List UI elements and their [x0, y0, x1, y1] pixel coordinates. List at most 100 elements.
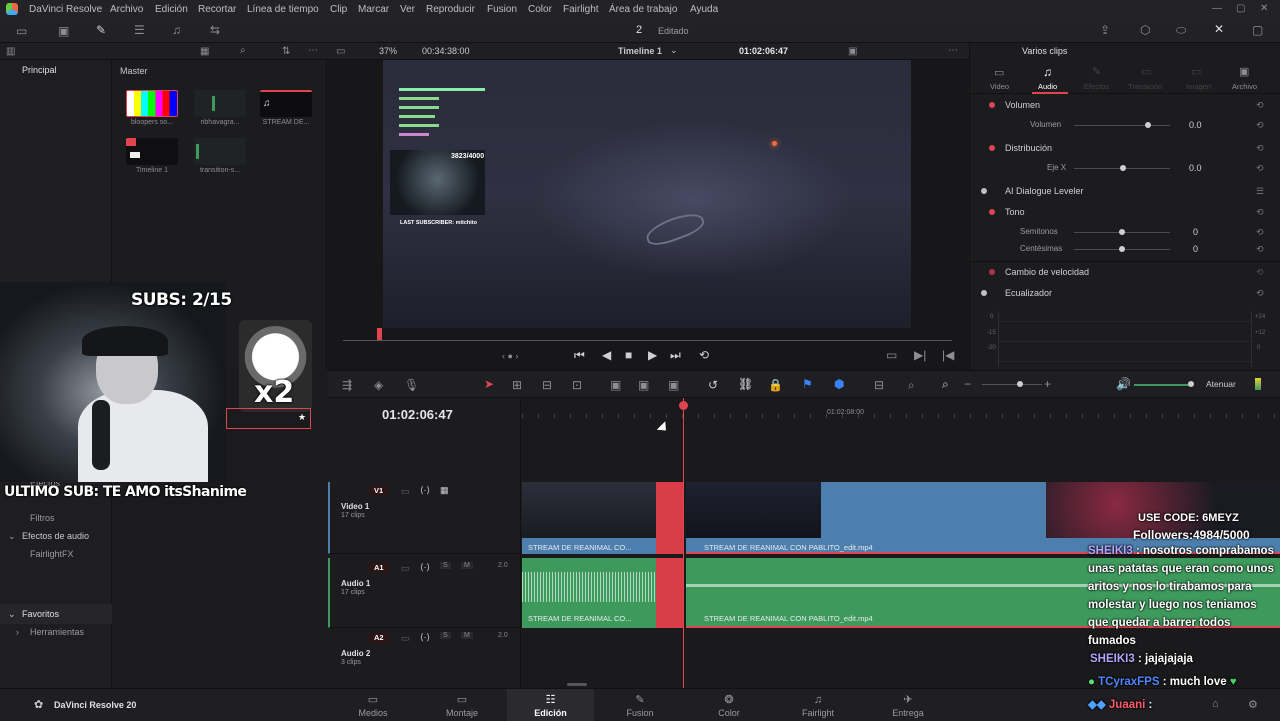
track-id-v1[interactable]: V1 [369, 485, 389, 496]
more-options-icon[interactable]: ⋯ [308, 45, 318, 57]
eq-graph[interactable] [998, 311, 1253, 367]
selection-tool-icon[interactable]: ➤ [484, 378, 494, 390]
more-options-icon[interactable]: ⋯ [948, 45, 958, 57]
track-name-a1[interactable]: Audio 1 [341, 579, 370, 588]
settings-icon[interactable]: ⚙ [1248, 698, 1258, 711]
track-id-a2[interactable]: A2 [369, 632, 389, 643]
volume-section[interactable]: Volumen [1005, 100, 1040, 110]
menu-fairlight[interactable]: Fairlight [563, 4, 599, 15]
next-edit-icon[interactable]: ▶| [914, 349, 926, 361]
zoom-level[interactable]: 37% [379, 46, 397, 56]
marker-icon[interactable]: ⬢ [834, 378, 844, 390]
mixer-icon[interactable]: ⇆ [210, 24, 220, 36]
tab-image[interactable]: Imagen [1186, 82, 1211, 91]
video-clip[interactable]: STREAM DE REANIMAL CO... [522, 482, 656, 554]
audio-effects-item[interactable]: Efectos de audio [22, 531, 89, 541]
page-medios[interactable]: ▭ Medios [333, 694, 413, 718]
auto-select-icon[interactable]: ⟨·⟩ [420, 631, 430, 643]
clip-thumb-transition[interactable] [194, 138, 246, 165]
lock-icon[interactable]: ▭ [401, 632, 410, 644]
transition-tab-icon[interactable]: ▭ [1141, 65, 1151, 78]
solo-button[interactable]: S [440, 632, 451, 639]
menu-archivo[interactable]: Archivo [110, 4, 143, 15]
tab-audio[interactable]: Audio [1038, 82, 1057, 91]
clip-thumb-timeline[interactable] [126, 138, 178, 165]
inspector-toggle-icon[interactable]: ⬭ [1176, 24, 1186, 36]
menu-ver[interactable]: Ver [400, 4, 415, 15]
enable-dot[interactable] [989, 269, 995, 275]
go-to-end-icon[interactable]: ⏭ [670, 349, 681, 361]
chevron-down-icon[interactable]: ⌄ [8, 609, 16, 620]
playhead-handle[interactable] [679, 401, 688, 410]
stop-icon[interactable]: ■ [625, 349, 632, 361]
export-icon[interactable]: ⬡ [1140, 24, 1150, 36]
menu-reproducir[interactable]: Reproducir [426, 4, 475, 15]
upload-icon[interactable]: ⇪ [1100, 24, 1110, 36]
snapping-icon[interactable]: ↺ [708, 379, 718, 391]
reset-icon[interactable]: ⟲ [1256, 227, 1264, 238]
track-display-icon[interactable]: ▦ [440, 484, 449, 496]
zoom-in-icon[interactable]: + [1044, 378, 1051, 390]
reset-icon[interactable]: ⟲ [1256, 288, 1264, 299]
layout-icon[interactable]: ▥ [6, 46, 15, 58]
clip-thumb-stream[interactable]: ♫ [260, 90, 312, 117]
menu-color[interactable]: Color [528, 4, 552, 15]
sort-icon[interactable]: ⇅ [282, 46, 290, 58]
reset-icon[interactable]: ⟲ [1256, 120, 1264, 131]
menu-fusion[interactable]: Fusion [487, 4, 517, 15]
zoom-custom-icon[interactable]: ⌕ [942, 378, 949, 390]
dialogue-leveler-section[interactable]: AI Dialogue Leveler [1005, 186, 1084, 196]
track-id-a1[interactable]: A1 [369, 562, 389, 573]
fairlightfx-item[interactable]: FairlightFX [30, 549, 74, 559]
audio-clip[interactable]: STREAM DE REANIMAL CO... [522, 558, 656, 628]
tab-effects[interactable]: Efectos [1084, 82, 1109, 91]
tab-video[interactable]: Video [990, 82, 1009, 91]
tab-file[interactable]: Archivo [1232, 82, 1257, 91]
menu-ayuda[interactable]: Ayuda [690, 4, 718, 15]
playhead[interactable] [683, 398, 684, 688]
cents-value[interactable]: 0 [1193, 244, 1198, 254]
timeline-name[interactable]: Timeline 1 [618, 46, 662, 56]
solo-button[interactable]: S [440, 562, 451, 569]
volume-knob[interactable] [1145, 122, 1151, 128]
selected-clip-marker[interactable] [656, 558, 684, 628]
close-icon[interactable]: ✕ [1260, 3, 1268, 15]
timeline-ruler[interactable] [522, 398, 1280, 418]
tools-icon[interactable]: ✕ [1214, 23, 1224, 35]
enable-dot[interactable] [989, 209, 995, 215]
tab-principal[interactable]: Principal [22, 65, 57, 75]
horizontal-scrollbar[interactable] [567, 683, 587, 686]
monitor-volume-slider[interactable] [1134, 384, 1192, 386]
metadata-icon[interactable]: ▢ [1252, 24, 1263, 36]
pan-section[interactable]: Distribución [1005, 143, 1052, 153]
pitch-section[interactable]: Tono [1005, 207, 1025, 217]
viewer-settings-icon[interactable]: ▣ [848, 46, 857, 58]
zoom-slider[interactable] [982, 384, 1042, 385]
zoom-full-icon[interactable]: ⊟ [874, 379, 884, 391]
replace-clip-icon[interactable]: ▣ [668, 379, 679, 391]
menu-recortar[interactable]: Recortar [198, 4, 236, 15]
timeline-view-icon[interactable]: ⇶ [342, 379, 352, 391]
mute-button[interactable]: M [461, 562, 473, 569]
track-name-v1[interactable]: Video 1 [341, 502, 369, 511]
reset-icon[interactable]: ⟲ [1256, 163, 1264, 174]
effects-library-icon[interactable]: ▣ [58, 25, 69, 37]
volume-slider[interactable] [1074, 125, 1170, 126]
menu-marcar[interactable]: Marcar [358, 4, 389, 15]
menu-clip[interactable]: Clip [330, 4, 347, 15]
home-icon[interactable]: ⌂ [1212, 698, 1219, 710]
speed-change-section[interactable]: Cambio de velocidad [1005, 267, 1089, 277]
reset-icon[interactable]: ⟲ [1256, 244, 1264, 255]
enable-dot[interactable] [989, 102, 995, 108]
scrubber-playhead[interactable] [377, 328, 382, 340]
trim-tool-icon[interactable]: ⊞ [512, 379, 522, 391]
video-frame[interactable]: 3823/4000 LAST SUBSCRIBER: mitchito [383, 60, 911, 328]
scrubber-track[interactable] [343, 340, 952, 341]
page-fairlight[interactable]: ♫ Fairlight [778, 694, 858, 718]
flag-icon[interactable]: ⚑ [802, 378, 813, 390]
menu-icon[interactable]: ☰ [1256, 186, 1264, 197]
link-icon[interactable]: ⛓ [738, 378, 753, 390]
reset-icon[interactable]: ⟲ [1256, 143, 1264, 154]
chevron-down-icon[interactable]: ⌄ [8, 531, 16, 542]
attenuate-button[interactable]: Atenuar [1206, 379, 1236, 389]
